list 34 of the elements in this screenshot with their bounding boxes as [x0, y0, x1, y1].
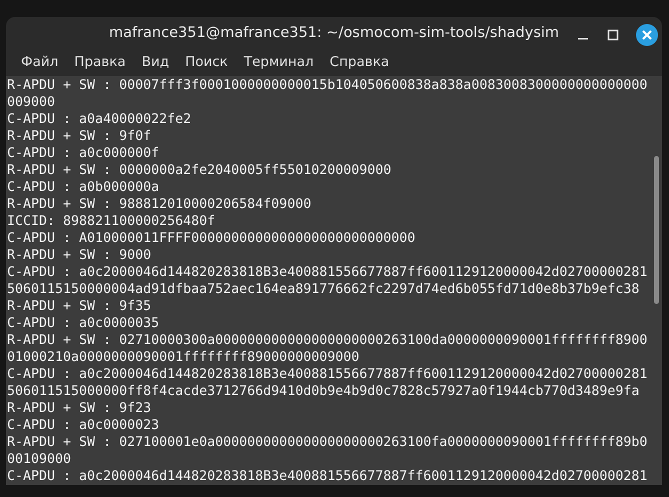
- menu-item[interactable]: Правка: [66, 54, 134, 70]
- terminal-line: C-APDU : a0b000000a: [7, 179, 160, 196]
- terminal-line: C-APDU : a0c0000035: [7, 315, 160, 332]
- terminal-line: 00109000: [7, 451, 72, 468]
- scrollbar-thumb[interactable]: [654, 156, 659, 304]
- window-title: mafrance351@mafrance351: ~/osmocom-sim-tools/shadysim: [108, 24, 560, 41]
- menu-item[interactable]: Вид: [134, 54, 178, 70]
- terminal-line: R-APDU + SW : 9f0f: [7, 128, 152, 145]
- terminal-line: C-APDU : A010000011FFFF0000000000000000000000000000: [7, 230, 416, 247]
- menu-item[interactable]: Терминал: [236, 54, 322, 70]
- terminal-line: R-APDU + SW : 9000: [7, 247, 152, 264]
- close-icon[interactable]: [636, 24, 658, 46]
- terminal-line: R-APDU + SW : 027100001e0a000000000000000000000263100fa0000000090001ffffffff89b0: [7, 434, 648, 451]
- terminal-line: C-APDU : a0a40000022fe2: [7, 111, 192, 128]
- terminal-line: 01000210a0000000090001ffffffff89000000009000: [7, 349, 360, 366]
- terminal-line: R-APDU + SW : 9f23: [7, 400, 152, 417]
- terminal-line: C-APDU : a0c2000046d144820283818B3e400881556677887ff6001129120000042d02700000281: [7, 366, 648, 383]
- terminal-line: C-APDU : a0c000000f: [7, 145, 160, 162]
- menu-item[interactable]: Поиск: [177, 54, 236, 70]
- terminal-line: C-APDU : a0c2000046d144820283818B3e400881556677887ff6001129120000042d02700000281: [7, 264, 648, 281]
- terminal-line: C-APDU : a0c2000046d144820283818B3e400881556677887ff6001129120000042d02700000281: [7, 468, 648, 485]
- maximize-icon[interactable]: [606, 28, 620, 42]
- terminal-line: 5060115150000004ad91dfbaa752aec164ea891776662fc2297d74ed6b055fd71d0e8b37b9efc38: [7, 281, 640, 298]
- terminal-line: R-APDU + SW : 9f35: [7, 298, 152, 315]
- terminal-line: C-APDU : a0c0000023: [7, 417, 160, 434]
- menu-item[interactable]: Справка: [322, 54, 398, 70]
- terminal-line: R-APDU + SW : 00007fff3f0001000000000015b104050600838a838a0083008300000000000000: [7, 77, 648, 94]
- terminal-line: R-APDU + SW : 02710000300a000000000000000000000263100da0000000090001ffffffff8900: [7, 332, 648, 349]
- menu-item[interactable]: Файл: [13, 54, 66, 70]
- terminal-line: R-APDU + SW : 988812010000206584f09000: [7, 196, 312, 213]
- terminal-line: ICCID: 898821100000256480f: [7, 213, 216, 230]
- terminal-line: 506011515000000ff8f4cacde3712766d9410d0b9e4b9d0c7828c57927a0f1944cb770d3489e9fa: [7, 383, 640, 400]
- terminal-line: R-APDU + SW : 0000000a2fe2040005ff55010200009000: [7, 162, 392, 179]
- terminal-line: 009000: [7, 94, 56, 111]
